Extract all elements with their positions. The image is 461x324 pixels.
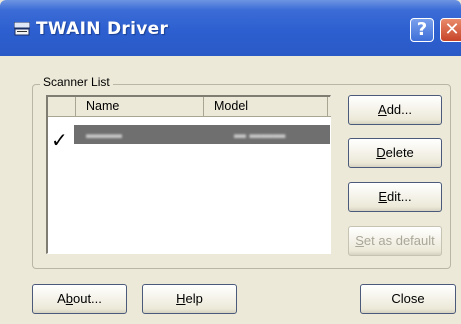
column-header-model[interactable]: Model [204, 97, 328, 116]
set-default-label: et as default [363, 233, 435, 248]
twain-driver-dialog: TWAIN Driver ? ✕ Scanner List Name Model… [0, 0, 461, 324]
about-button[interactable]: About... [32, 284, 127, 314]
close-button[interactable]: Close [360, 284, 456, 314]
list-header: Name Model [48, 97, 331, 117]
delete-mnemonic: D [376, 145, 386, 160]
about-label: out... [72, 291, 102, 306]
default-check-icon: ✓ [51, 128, 68, 152]
scanner-app-icon [14, 22, 30, 36]
close-title-button[interactable]: ✕ [440, 18, 461, 42]
delete-button[interactable]: Delete [348, 138, 442, 168]
about-mnemonic: b [65, 291, 73, 306]
edit-label: dit... [387, 189, 412, 204]
about-label-pre: A [57, 291, 66, 306]
close-icon: ✕ [444, 19, 460, 40]
set-as-default-button[interactable]: Set as default [348, 226, 442, 256]
question-icon: ? [416, 19, 428, 40]
help-mnemonic: H [176, 291, 186, 306]
delete-label: elete [385, 145, 414, 160]
help-button[interactable]: Help [142, 284, 237, 314]
add-mnemonic: A [378, 102, 387, 117]
help-title-button[interactable]: ? [410, 18, 434, 42]
set-default-mnemonic: S [355, 233, 364, 248]
help-label: elp [185, 291, 203, 306]
column-header-check[interactable] [48, 97, 76, 116]
scanner-list-label: Scanner List [40, 75, 113, 89]
list-item[interactable]: ▬▬▬ ▬ ▬▬▬ [74, 125, 330, 144]
edit-mnemonic: E [378, 189, 388, 204]
add-label: dd... [386, 102, 412, 117]
add-button[interactable]: Add... [348, 95, 442, 125]
scanner-model: ▬ ▬▬▬ [234, 127, 286, 141]
scanner-name: ▬▬▬ [86, 127, 122, 141]
column-header-name[interactable]: Name [76, 97, 204, 116]
window-title: TWAIN Driver [36, 19, 169, 39]
scanner-list-view[interactable]: Name Model ✓ ▬▬▬ ▬ ▬▬▬ [46, 95, 331, 254]
edit-button[interactable]: Edit... [348, 182, 442, 212]
title-bar[interactable]: TWAIN Driver ? ✕ [0, 0, 461, 56]
